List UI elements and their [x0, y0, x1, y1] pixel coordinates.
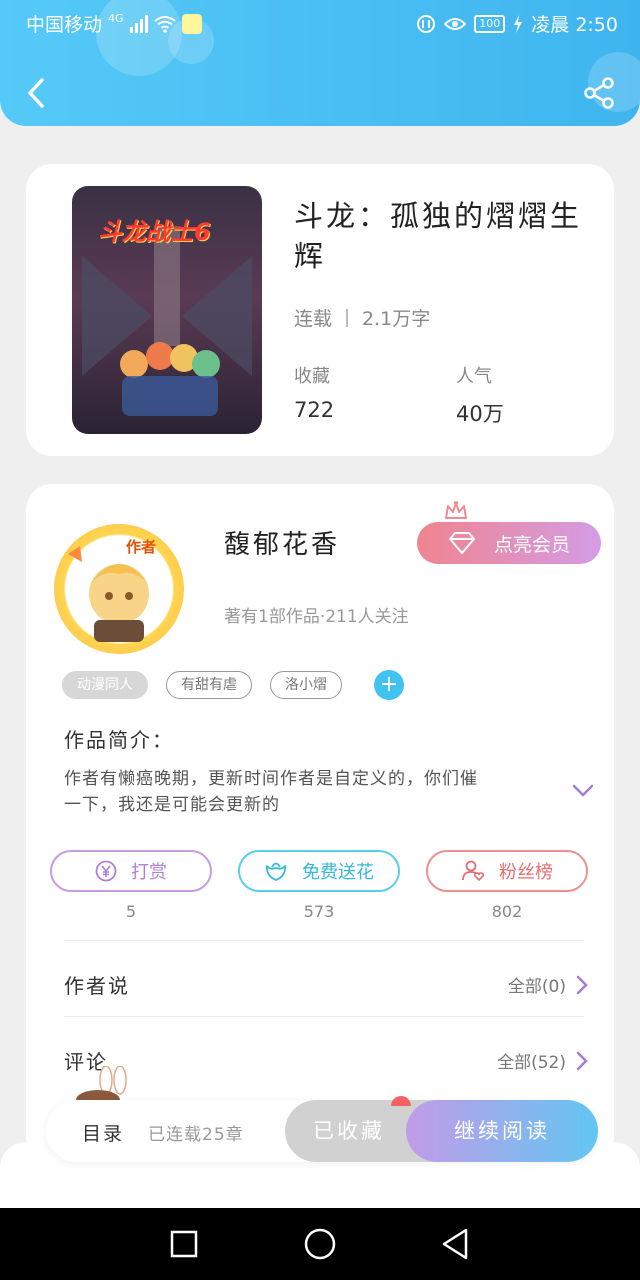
- user-heart-icon: [462, 860, 485, 882]
- yen-icon: [95, 860, 117, 882]
- toc-button[interactable]: 目录: [82, 1119, 124, 1146]
- divider: [64, 940, 584, 941]
- back-arrow-icon[interactable]: [22, 76, 52, 110]
- flower-icon: [266, 862, 286, 881]
- intro-title: 作品简介：: [64, 728, 174, 752]
- top-header: 中国移动 4G 100 凌晨 2:50: [0, 0, 640, 126]
- reward-button[interactable]: 打赏: [50, 850, 212, 892]
- word-count: 2.1万字: [362, 308, 431, 330]
- serial-status: 连载: [294, 308, 333, 330]
- charging-icon: [514, 14, 523, 33]
- signal-icon: [129, 14, 148, 33]
- wifi-icon: [153, 15, 176, 33]
- home-icon[interactable]: [302, 1226, 338, 1262]
- popularity-value: 40万: [456, 402, 504, 426]
- status-bar: 中国移动 4G 100 凌晨 2:50: [0, 0, 640, 44]
- clock: 凌晨 2:50: [531, 14, 618, 36]
- eye-icon: [444, 17, 467, 30]
- tag-item[interactable]: 动漫同人: [62, 671, 148, 699]
- tag-list: 动漫同人 有甜有虐 洛小熠 +: [62, 670, 404, 700]
- author-card: 作者 馥郁花香 著有1部作品·211人关注 点亮会员 动漫同人 有甜有虐 洛小熠…: [26, 484, 614, 1184]
- chevron-down-icon[interactable]: [572, 784, 594, 798]
- tag-item[interactable]: 洛小熠: [270, 671, 342, 699]
- network-type: 4G: [108, 12, 124, 25]
- flower-count: 573: [303, 902, 335, 921]
- cover-logo: 斗龙战士6: [98, 218, 211, 246]
- continue-reading-button[interactable]: 继续阅读: [406, 1100, 598, 1162]
- carrier-name: 中国移动: [26, 14, 103, 36]
- chapters-info: 已连载25章: [148, 1125, 244, 1145]
- chevron-right-icon: [576, 975, 588, 994]
- book-cover[interactable]: 斗龙战士6: [72, 186, 262, 434]
- book-title: 斗龙：孤独的熠熠生辉: [294, 199, 583, 273]
- fans-label: 粉丝榜: [499, 862, 553, 883]
- chevron-right-icon: [576, 1051, 588, 1070]
- share-icon[interactable]: [582, 76, 616, 110]
- data-saver-icon: [417, 14, 436, 33]
- divider: [64, 1016, 584, 1017]
- comments-link[interactable]: 全部(52): [497, 1048, 588, 1073]
- author-badge: 作者: [126, 538, 157, 556]
- tag-item[interactable]: 有甜有虐: [166, 671, 252, 699]
- fans-ranking-button[interactable]: 粉丝榜: [426, 850, 588, 892]
- book-status-row: 连载 2.1万字: [294, 304, 430, 331]
- author-says-link[interactable]: 全部(0): [508, 972, 588, 997]
- system-nav-bar: [0, 1208, 640, 1280]
- divider: [346, 308, 349, 327]
- intro-text: 作者有懒癌晚期，更新时间作者是自定义的，你们催一下，我还是可能会更新的: [64, 769, 478, 815]
- back-nav-icon[interactable]: [438, 1226, 474, 1262]
- add-tag-icon[interactable]: +: [374, 670, 404, 700]
- recent-apps-icon[interactable]: [166, 1226, 202, 1262]
- reward-count: 5: [125, 902, 137, 921]
- avatar-art: [68, 546, 149, 642]
- comments-link-label: 全部(52): [497, 1053, 566, 1073]
- book-info-card: 斗龙战士6 斗龙：孤独的熠熠生辉 连载 2.1万字 收藏 722 人气 40万: [26, 164, 614, 456]
- author-name: 馥郁花香: [224, 530, 341, 560]
- crown-icon: [445, 501, 467, 519]
- collect-label: 收藏: [294, 366, 330, 387]
- vip-button-label: 点亮会员: [493, 533, 570, 556]
- author-says-title: 作者说: [64, 974, 130, 998]
- bottom-action-bar: 目录 已连载25章 已收藏 继续阅读: [46, 1096, 598, 1162]
- vip-button[interactable]: 点亮会员: [417, 522, 601, 564]
- fans-count: 802: [491, 902, 523, 921]
- flower-label: 免费送花: [302, 862, 374, 883]
- battery-icon: 100: [474, 14, 506, 33]
- collect-value: 722: [294, 398, 335, 422]
- send-flower-button[interactable]: 免费送花: [238, 850, 400, 892]
- author-meta: 著有1部作品·211人关注: [224, 607, 409, 627]
- diamond-icon: [448, 532, 475, 554]
- popularity-label: 人气: [456, 366, 492, 387]
- app-notification-icon: [181, 13, 202, 34]
- author-avatar[interactable]: 作者: [54, 524, 184, 654]
- reward-label: 打赏: [131, 862, 167, 883]
- author-says-link-label: 全部(0): [507, 977, 566, 997]
